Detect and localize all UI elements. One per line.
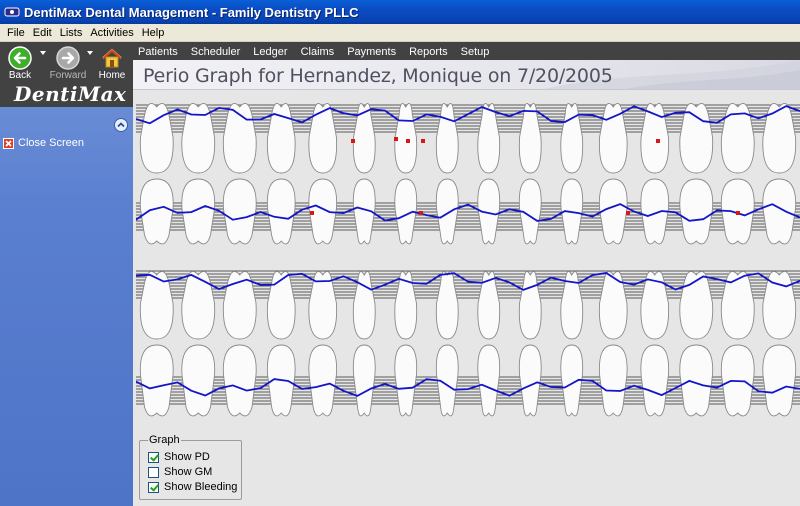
- tooth: [598, 102, 628, 174]
- tooth: [435, 270, 459, 340]
- tooth: [518, 270, 542, 340]
- tooth: [477, 344, 501, 417]
- show-gm-checkbox[interactable]: [148, 466, 159, 478]
- tooth: [266, 102, 296, 174]
- page-header: Perio Graph for Hernandez, Monique on 7/…: [133, 60, 800, 90]
- tooth: [181, 270, 216, 340]
- app-icon: [4, 7, 20, 17]
- nav-bar: Patients Scheduler Ledger Claims Payment…: [138, 46, 502, 58]
- window-title: DentiMax Dental Management - Family Dent…: [24, 4, 359, 20]
- tooth: [679, 344, 714, 417]
- tooth: [762, 344, 797, 417]
- menu-help[interactable]: Help: [138, 27, 169, 39]
- nav-claims[interactable]: Claims: [301, 46, 335, 58]
- menu-edit[interactable]: Edit: [29, 27, 56, 39]
- tooth: [181, 178, 216, 245]
- show-pd-option[interactable]: Show PD: [148, 451, 210, 463]
- menu-activities[interactable]: Activities: [86, 27, 137, 39]
- bleeding-marker: [419, 211, 423, 215]
- close-screen-label: Close Screen: [18, 137, 85, 149]
- tooth: [222, 178, 257, 245]
- menu-lists[interactable]: Lists: [56, 27, 87, 39]
- forward-button[interactable]: Forward: [48, 44, 88, 82]
- menu-file[interactable]: File: [3, 27, 29, 39]
- bleeding-marker: [626, 211, 630, 215]
- show-bleeding-checkbox[interactable]: [148, 481, 159, 493]
- forward-label: Forward: [49, 70, 87, 81]
- tooth: [640, 344, 670, 417]
- home-label: Home: [98, 70, 126, 81]
- show-pd-label: Show PD: [164, 451, 210, 463]
- bleeding-marker: [406, 139, 410, 143]
- home-icon: [102, 48, 122, 68]
- tooth: [598, 270, 628, 340]
- bleeding-marker: [656, 139, 660, 143]
- home-button[interactable]: Home: [92, 44, 132, 82]
- tooth: [181, 344, 216, 417]
- show-pd-checkbox[interactable]: [148, 451, 159, 463]
- tooth: [762, 178, 797, 245]
- back-label: Back: [8, 70, 32, 81]
- sidebar: DentiMax Close Screen: [0, 83, 133, 506]
- tooth: [266, 178, 296, 245]
- back-button[interactable]: Back: [0, 44, 40, 82]
- close-screen-icon: [3, 137, 14, 149]
- tooth: [435, 178, 459, 245]
- tooth: [477, 270, 501, 340]
- nav-scheduler[interactable]: Scheduler: [191, 46, 241, 58]
- tooth: [266, 270, 296, 340]
- tooth: [518, 344, 542, 417]
- tooth: [679, 102, 714, 174]
- tooth: [308, 102, 338, 174]
- tooth: [222, 344, 257, 417]
- back-arrow-icon: [8, 46, 32, 70]
- nav-ledger[interactable]: Ledger: [253, 46, 287, 58]
- tooth: [762, 102, 797, 174]
- nav-setup[interactable]: Setup: [461, 46, 490, 58]
- nav-payments[interactable]: Payments: [347, 46, 396, 58]
- tooth: [139, 178, 174, 245]
- graph-legend: Graph: [148, 434, 181, 446]
- menu-bar: File Edit Lists Activities Help: [0, 24, 800, 42]
- bleeding-marker: [310, 211, 314, 215]
- show-bleeding-option[interactable]: Show Bleeding: [148, 481, 237, 493]
- tooth: [394, 344, 418, 417]
- page-title: Perio Graph for Hernandez, Monique on 7/…: [143, 65, 613, 87]
- bleeding-marker: [351, 139, 355, 143]
- tooth: [352, 344, 376, 417]
- back-dropdown-icon[interactable]: [39, 49, 47, 57]
- main-panel: Perio Graph for Hernandez, Monique on 7/…: [133, 60, 800, 506]
- bleeding-marker: [421, 139, 425, 143]
- tooth: [308, 344, 338, 417]
- tooth: [679, 178, 714, 245]
- bleeding-marker: [394, 137, 398, 141]
- forward-arrow-icon: [56, 46, 80, 70]
- bleeding-marker: [736, 211, 740, 215]
- show-gm-label: Show GM: [164, 466, 213, 478]
- dentimax-logo: DentiMax: [0, 83, 133, 107]
- tooth: [762, 270, 797, 340]
- tooth: [598, 344, 628, 417]
- tooth: [139, 344, 174, 417]
- close-screen-link[interactable]: Close Screen: [3, 137, 84, 149]
- perio-chart: [136, 102, 800, 417]
- nav-reports[interactable]: Reports: [409, 46, 448, 58]
- show-bleeding-label: Show Bleeding: [164, 481, 238, 493]
- nav-patients[interactable]: Patients: [138, 46, 178, 58]
- title-bar: DentiMax Dental Management - Family Dent…: [0, 0, 800, 24]
- graph-options-group: Graph Show PD Show GM Show Bleeding: [139, 434, 242, 500]
- show-gm-option[interactable]: Show GM: [148, 466, 212, 478]
- collapse-up-icon[interactable]: [114, 118, 128, 132]
